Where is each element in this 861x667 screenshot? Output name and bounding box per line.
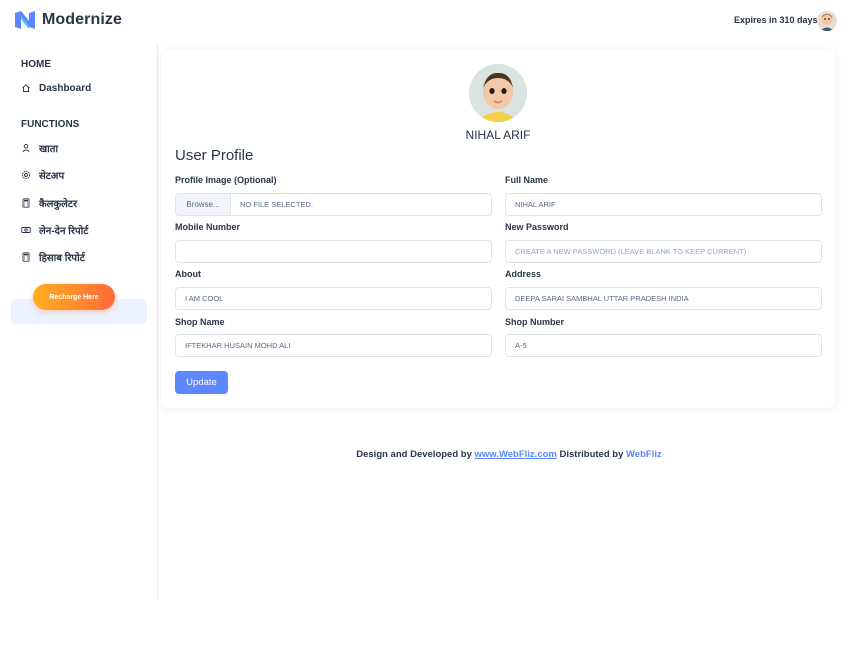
profile-display-name: NIHAL ARIF [465,128,531,142]
sidebar-item-label: लेन-देन रिपोर्ट [39,226,89,237]
sidebar-item-label: कैलकुलेटर [39,199,78,210]
user-profile-card: NIHAL ARIF User Profile Profile Image (O… [161,50,835,408]
calculator-icon [21,252,31,262]
full-name-label: Full Name [505,175,549,185]
mobile-number-label: Mobile Number [175,222,241,232]
shop-number-label: Shop Number [505,317,565,327]
profile-image-input[interactable]: Browse... No file selected. [175,193,492,216]
shop-name-label: Shop Name [175,317,225,327]
sidebar-item-calculator[interactable]: कैलकुलेटर [21,196,77,210]
logo-icon [15,11,35,29]
browse-button[interactable]: Browse... [176,194,231,215]
profile-avatar [469,64,527,122]
home-icon [21,83,31,93]
sidebar-item-khata[interactable]: खाता [21,141,58,155]
file-status: No file selected. [240,200,313,209]
profile-image-label: Profile Image (Optional) [175,175,277,185]
mobile-number-field[interactable] [175,240,492,263]
new-password-field[interactable]: Create a new password (leave blank to ke… [505,240,822,263]
shop-number-field[interactable]: A-5 [505,334,822,357]
shop-name-field[interactable]: IFTEKHAR HUSAIN MOHD ALI [175,334,492,357]
footer-credit-text: Design and Developed by [356,449,472,460]
address-field[interactable]: DEEPA SARAI SAMBHAL UTTAR PRADESH INDIA [505,287,822,310]
subscription-expiry: Expires in 310 days [734,15,818,25]
app-name: Modernize [42,11,123,28]
update-button[interactable]: Update [175,371,228,394]
about-label: About [175,269,201,279]
calculator-icon [21,198,31,208]
sidebar-item-label: हिसाब रिपोर्ट [39,253,85,264]
app-logo[interactable]: Modernize [15,11,122,29]
sidebar-item-dashboard[interactable]: Dashboard [21,81,91,95]
address-label: Address [505,269,542,279]
user-icon [21,143,31,153]
nav-caption-home: HOME [21,59,51,70]
new-password-label: New Password [505,222,569,232]
user-avatar[interactable] [817,11,837,31]
sidebar-item-transaction-report[interactable]: लेन-देन रिपोर्ट [21,223,88,237]
footer: Design and Developed by www.WebFliz.com … [0,449,861,460]
footer-webfliz-link[interactable]: www.WebFliz.com [475,449,557,460]
page-title: User Profile [175,147,254,164]
cash-icon [21,225,31,235]
settings-icon [21,170,31,180]
about-field[interactable]: I am cool [175,287,492,310]
sidebar-item-label: Dashboard [39,82,92,94]
full-name-field[interactable]: NIHAL ARIF [505,193,822,216]
footer-distributor-link[interactable]: WebFliz [626,449,662,460]
nav-caption-functions: FUNCTIONS [21,119,80,130]
footer-distributed-text: Distributed by [559,449,624,460]
sidebar-item-account-report[interactable]: हिसाब रिपोर्ट [21,250,85,264]
sidebar-item-setup[interactable]: सेटअप [21,168,64,182]
sidebar-item-label: खाता [39,144,59,155]
sidebar-item-label: सेटअप [39,171,65,182]
recharge-button[interactable]: Recharge Here [33,284,115,310]
